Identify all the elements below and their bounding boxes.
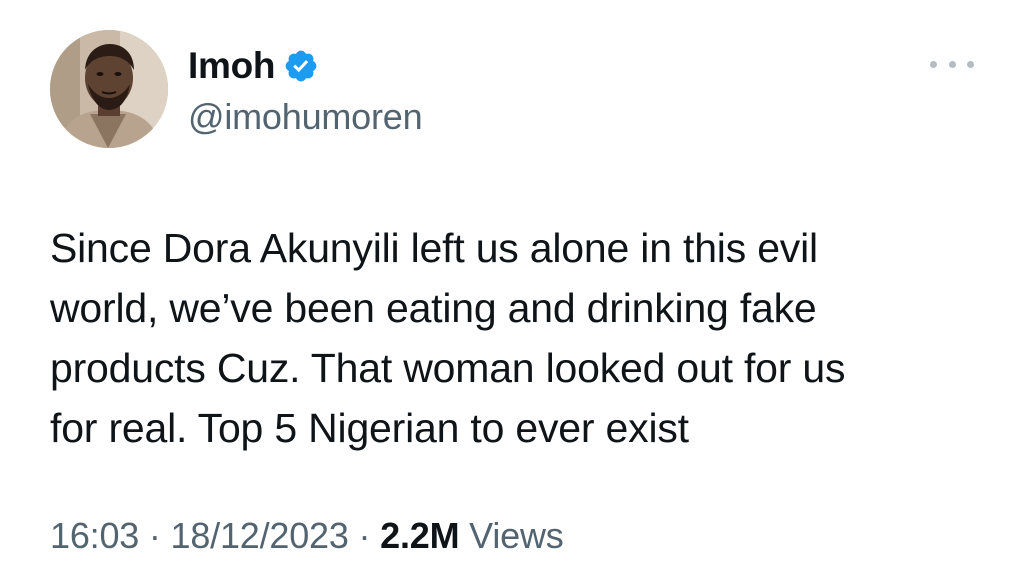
tweet-card: Imoh @imohumoren Since Dora Akunyili lef…: [0, 0, 1024, 575]
views-count[interactable]: 2.2M: [380, 515, 459, 556]
tweet-text-line: for real. Top 5 Nigerian to ever exist: [50, 405, 689, 451]
tweet-text-line: products Cuz. That woman looked out for …: [50, 345, 846, 391]
author-name-row: Imoh: [188, 44, 319, 88]
tweet-time[interactable]: 16:03: [50, 515, 139, 556]
more-dot: [948, 60, 956, 68]
tweet-text: Since Dora Akunyili left us alone in thi…: [50, 218, 970, 458]
more-dot: [967, 60, 974, 68]
author-display-name[interactable]: Imoh: [188, 45, 275, 87]
tweet-text-line: Since Dora Akunyili left us alone in thi…: [50, 225, 818, 271]
tweet-metadata: 16:03 · 18/12/2023 · 2.2M Views: [50, 515, 564, 557]
views-label: Views: [469, 515, 564, 556]
meta-separator: ·: [148, 515, 161, 556]
tweet-date[interactable]: 18/12/2023: [171, 515, 349, 556]
more-dot: [930, 60, 937, 68]
verified-badge-icon[interactable]: [283, 48, 319, 84]
tweet-text-line: world, we’ve been eating and drinking fa…: [50, 285, 817, 331]
more-options-icon[interactable]: [930, 52, 974, 76]
avatar[interactable]: [50, 30, 168, 148]
author-handle[interactable]: @imohumoren: [188, 96, 423, 138]
avatar-photo: [50, 30, 168, 148]
meta-separator: ·: [358, 515, 371, 556]
